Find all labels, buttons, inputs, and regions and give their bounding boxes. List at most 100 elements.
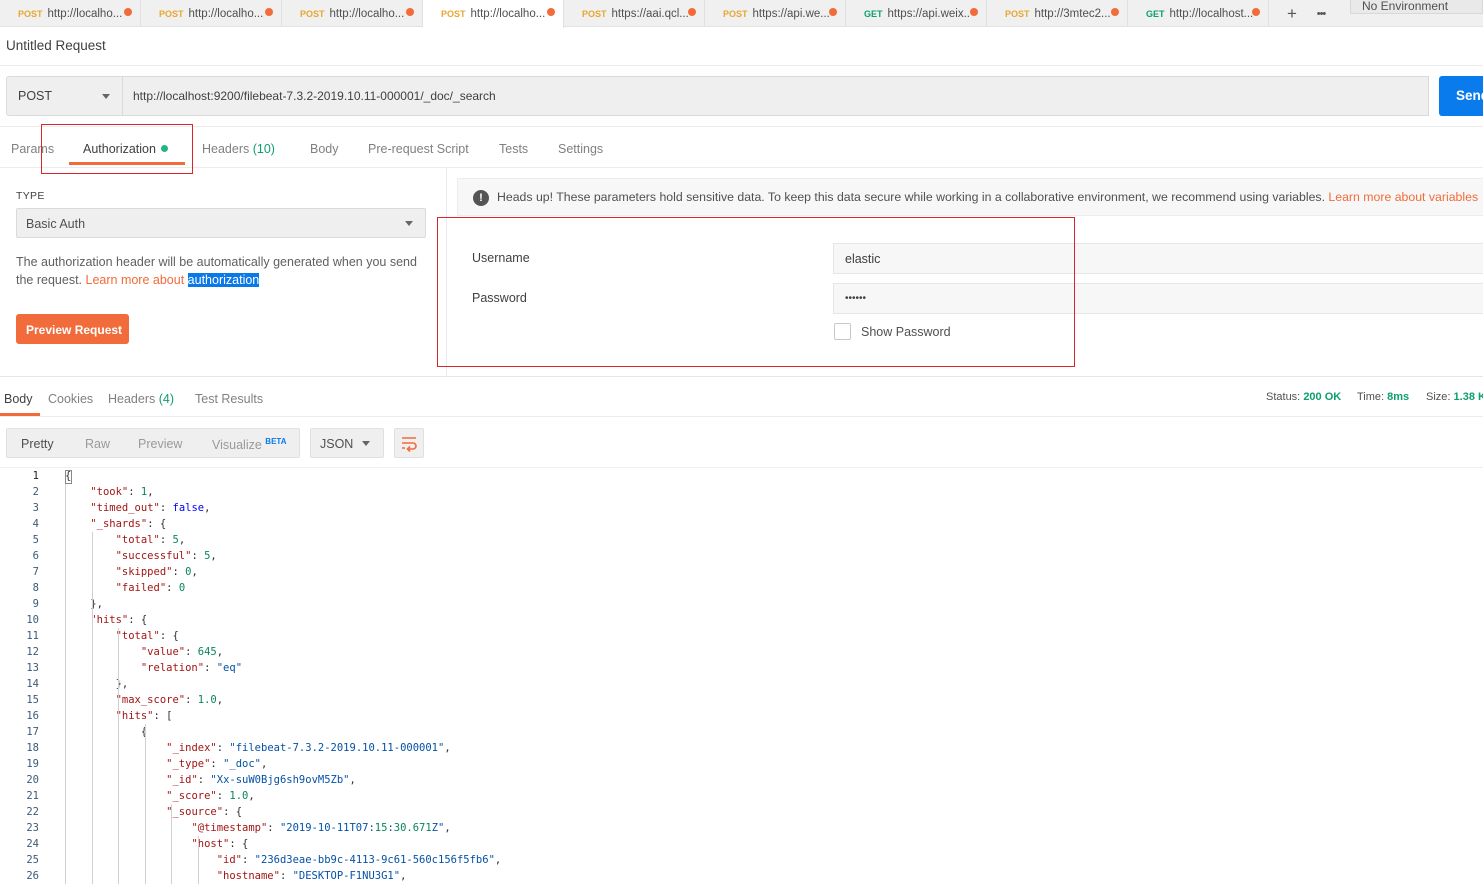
format-value: JSON: [320, 437, 354, 451]
auth-type-select[interactable]: Basic Auth: [16, 208, 426, 238]
response-tab-body[interactable]: Body: [4, 392, 33, 406]
line-number: 11: [26, 630, 39, 642]
code-text: "_shards": {: [90, 518, 167, 530]
tab-headers-label: Headers: [202, 142, 250, 156]
request-tab[interactable]: POST https://aai.qcl...: [564, 0, 705, 27]
tab-url: http://localho...: [329, 7, 405, 20]
response-format-select[interactable]: JSON: [310, 428, 384, 458]
size-value[interactable]: 1.38 KB: [1454, 391, 1483, 403]
line-number: 19: [26, 758, 39, 770]
indent-guide: [171, 804, 172, 884]
response-size: Size: 1.38 KB: [1426, 391, 1483, 403]
code-text: "value": 645,: [140, 646, 224, 658]
tab-settings[interactable]: Settings: [558, 142, 603, 156]
url-input[interactable]: http://localhost:9200/filebeat-7.3.2-201…: [122, 76, 1429, 116]
code-line: 3 "timed_out": false,: [0, 500, 1483, 516]
code-line: 10 "hits": {: [0, 612, 1483, 628]
request-tab[interactable]: POST http://localho...: [0, 0, 141, 27]
line-number: 12: [26, 646, 39, 658]
line-number: 24: [26, 838, 39, 850]
code-line: 24 "host": {: [0, 836, 1483, 852]
response-tab-cookies[interactable]: Cookies: [48, 392, 93, 406]
indent-guide: [118, 628, 119, 884]
environment-select[interactable]: No Environment: [1350, 0, 1483, 14]
learn-more-variables-link[interactable]: Learn more about variables: [1328, 190, 1478, 204]
tab-method: POST: [582, 8, 607, 19]
send-button[interactable]: Send: [1439, 76, 1483, 116]
response-view-mode-group: Pretty Raw Preview Visualize BETA: [6, 428, 300, 458]
unsaved-dot-icon: [547, 8, 555, 16]
pane-splitter[interactable]: [446, 168, 447, 376]
tab-tests[interactable]: Tests: [499, 142, 528, 156]
request-title[interactable]: Untitled Request: [6, 38, 106, 53]
line-number: 15: [26, 694, 39, 706]
preview-request-button[interactable]: Preview Request: [16, 314, 129, 344]
request-tab[interactable]: GET https://api.weix...: [846, 0, 987, 27]
wrap-lines-icon: [402, 437, 417, 452]
line-number: 14: [26, 678, 39, 690]
unsaved-dot-icon: [124, 8, 132, 16]
response-tab-headers[interactable]: Headers (4): [108, 392, 174, 406]
code-text: "@timestamp": "2019-10-11T07:15:30.671Z"…: [191, 822, 451, 834]
code-text: "total": 5,: [115, 534, 186, 546]
tab-prerequest-script[interactable]: Pre-request Script: [368, 142, 469, 156]
size-label: Size:: [1426, 391, 1451, 403]
method-select[interactable]: POST: [6, 76, 123, 116]
wrap-lines-button[interactable]: [394, 428, 424, 458]
request-tab-strip: GET http://localhost... POST http://3mtec2.…: [0, 0, 1483, 28]
tab-url: http://localho...: [188, 7, 264, 20]
line-number: 23: [26, 822, 39, 834]
view-preview-button[interactable]: Preview: [138, 437, 182, 451]
response-tab-test-results[interactable]: Test Results: [195, 392, 263, 406]
authorization-link-selected[interactable]: authorization: [187, 273, 260, 287]
unsaved-dot-icon: [265, 8, 273, 16]
headers-count: (10): [252, 142, 275, 156]
code-text: "total": {: [115, 630, 179, 642]
tab-headers[interactable]: Headers (10): [202, 142, 275, 156]
code-text: {: [65, 726, 148, 738]
request-tab[interactable]: POST http://3mtec2...: [987, 0, 1128, 27]
tab-params[interactable]: Params: [11, 142, 54, 156]
tab-authorization[interactable]: Authorization: [83, 142, 168, 156]
divider: [0, 126, 1483, 127]
code-text: "id": "236d3eae-bb9c-4113-9c61-560c156f5…: [216, 854, 502, 866]
code-line: 26 "hostname": "DESKTOP-F1NU3G1",: [0, 868, 1483, 884]
code-line: 16 "hits": [: [0, 708, 1483, 724]
line-number: 20: [26, 774, 39, 786]
new-tab-plus-icon[interactable]: +: [1278, 0, 1306, 27]
code-line: 1{: [0, 468, 1483, 484]
line-number: 2: [32, 486, 39, 498]
response-body-editor[interactable]: 1{2 "took": 1, 3 "timed_out": false, 4 "_s…: [0, 468, 1483, 887]
request-tab[interactable]: POST http://localho...: [282, 0, 423, 27]
show-password-checkbox[interactable]: [834, 323, 851, 340]
code-text: "hostname": "DESKTOP-F1NU3G1",: [216, 870, 407, 882]
username-input[interactable]: elastic: [833, 243, 1483, 274]
request-tab[interactable]: POST http://localho...: [423, 0, 564, 28]
request-tab[interactable]: POST https://api.we...: [705, 0, 846, 27]
code-text: "_type": "_doc",: [166, 758, 268, 770]
line-number: 21: [26, 790, 39, 802]
show-password-label[interactable]: Show Password: [861, 325, 951, 339]
status-value[interactable]: 200 OK: [1303, 391, 1341, 403]
indent-guide: [144, 724, 146, 884]
code-text: "failed": 0: [115, 582, 186, 594]
code-text: "took": 1,: [90, 486, 154, 498]
code-text: "timed_out": false,: [90, 502, 211, 514]
response-headers-count: (4): [158, 392, 175, 406]
more-tabs-icon[interactable]: •••: [1307, 0, 1335, 27]
password-input[interactable]: ••••••: [833, 283, 1483, 314]
time-value[interactable]: 8ms: [1387, 391, 1409, 403]
learn-more-link[interactable]: Learn more about: [86, 273, 185, 287]
code-line: 11 "total": {: [0, 628, 1483, 644]
unsaved-dot-icon: [406, 8, 414, 16]
code-line: 19 "_type": "_doc",: [0, 756, 1483, 772]
code-text: "skipped": 0,: [115, 566, 198, 578]
view-raw-button[interactable]: Raw: [85, 437, 110, 451]
tab-body[interactable]: Body: [310, 142, 339, 156]
request-tab[interactable]: GET http://localhost...: [1128, 0, 1269, 27]
divider: [0, 65, 1483, 66]
request-tab[interactable]: POST http://localho...: [141, 0, 282, 27]
view-pretty-button[interactable]: Pretty: [21, 437, 54, 451]
time-label: Time:: [1357, 391, 1385, 403]
view-visualize-button[interactable]: Visualize BETA: [212, 437, 286, 452]
